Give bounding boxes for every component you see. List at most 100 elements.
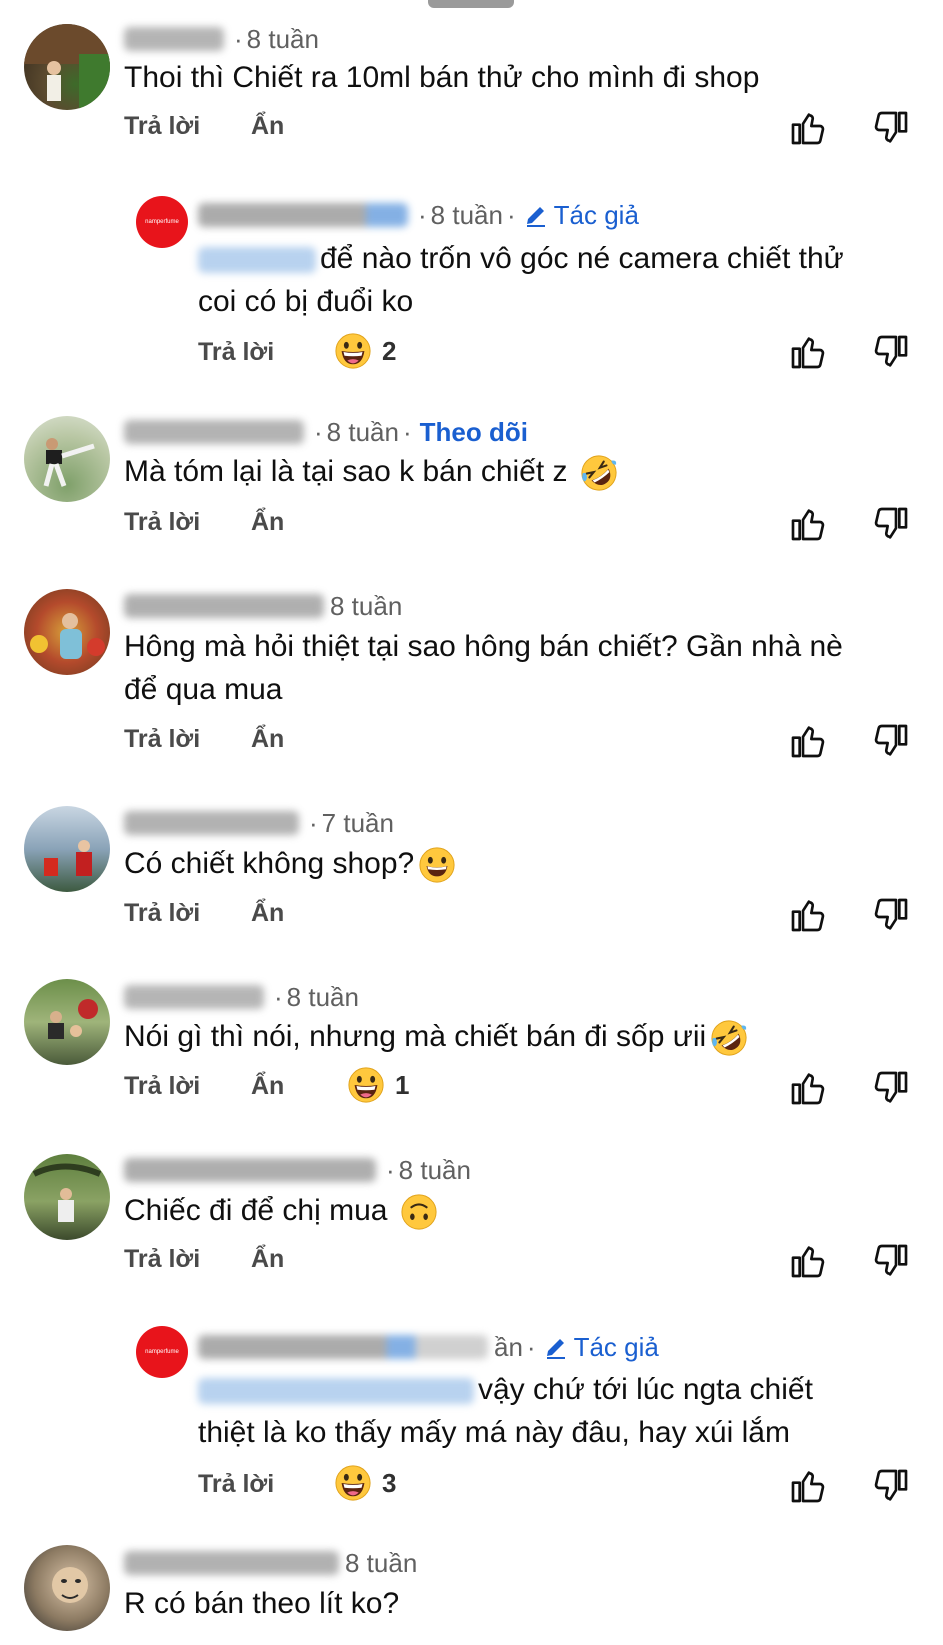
hide-button[interactable]: Ẩn — [251, 1072, 284, 1101]
timestamp: 8 tuần — [246, 23, 319, 54]
hide-button[interactable]: Ẩn — [251, 899, 284, 928]
comment-actions: Trả lời Ẩn — [124, 717, 284, 761]
timestamp: ần — [494, 1331, 523, 1362]
comment-text: Nói gì thì nói, nhưng mà chiết bán đi số… — [124, 1015, 748, 1058]
sheet-drag-handle[interactable] — [428, 0, 514, 8]
timestamp: 8 tuần — [326, 416, 399, 447]
timestamp: 8 tuần — [430, 199, 503, 230]
thumb-up-icon[interactable] — [788, 1068, 828, 1108]
reaction-summary[interactable]: 1 — [347, 1066, 409, 1104]
avatar[interactable] — [24, 589, 110, 675]
avatar[interactable] — [24, 1154, 110, 1240]
blurred-username — [124, 985, 264, 1009]
thumb-down-icon[interactable] — [871, 108, 911, 148]
reply-button[interactable]: Trả lời — [124, 1072, 200, 1101]
comment-actions: Trả lời — [198, 1462, 274, 1506]
avatar[interactable] — [24, 24, 110, 110]
thumb-down-icon[interactable] — [871, 721, 911, 761]
comment-actions: Trả lời Ẩn — [124, 1237, 284, 1281]
comment-text: Mà tóm lại là tại sao k bán chiết z — [124, 450, 618, 493]
comment-actions: Trả lời Ẩn — [124, 891, 284, 935]
rofl-emoji — [580, 454, 618, 492]
reply-button[interactable]: Trả lời — [124, 1245, 200, 1274]
comment-text: Hông mà hỏi thiệt tại sao hông bán chiết… — [124, 630, 843, 706]
comment-text: vậy chứ tới lúc ngta chiết thiệt là ko t… — [198, 1373, 813, 1449]
comment-meta: · 8 tuần — [124, 980, 359, 1014]
avatar-logo-text: namperfume — [145, 219, 179, 225]
comment-text: Chiếc đi để chị mua — [124, 1189, 438, 1232]
comment-meta: 8 tuần — [124, 1546, 417, 1580]
thumb-down-icon[interactable] — [871, 1241, 911, 1281]
thumb-up-icon[interactable] — [788, 1466, 828, 1506]
reply-button[interactable]: Trả lời — [124, 112, 200, 141]
thumb-up-icon[interactable] — [788, 108, 828, 148]
upside-down-emoji — [400, 1193, 438, 1231]
comment-actions: Trả lời Ẩn — [124, 500, 284, 544]
blurred-username — [124, 811, 299, 835]
grin-emoji — [334, 332, 372, 370]
thumb-up-icon[interactable] — [788, 1241, 828, 1281]
reply-button[interactable]: Trả lời — [124, 899, 200, 928]
avatar[interactable] — [24, 979, 110, 1065]
follow-button[interactable]: Theo dõi — [420, 417, 528, 448]
timestamp: 8 tuần — [398, 1154, 471, 1185]
thumb-up-icon[interactable] — [788, 721, 828, 761]
comment-meta: · 8 tuần — [124, 22, 319, 56]
thumb-down-icon[interactable] — [871, 1466, 911, 1506]
timestamp: 8 tuần — [330, 590, 403, 621]
grin-emoji — [347, 1066, 385, 1104]
avatar[interactable]: namperfume — [136, 196, 188, 248]
rofl-emoji — [710, 1019, 748, 1057]
comment-meta: ần · Tác giả — [198, 1330, 659, 1364]
comment-meta: · 8 tuần · Tác giả — [198, 198, 639, 232]
avatar[interactable] — [24, 1545, 110, 1631]
blurred-username — [198, 203, 408, 227]
comment-meta: · 8 tuần · Theo dõi — [124, 415, 528, 449]
comment-meta: · 7 tuần — [124, 806, 394, 840]
avatar[interactable] — [24, 806, 110, 892]
hide-button[interactable]: Ẩn — [251, 725, 284, 754]
reply-button[interactable]: Trả lời — [124, 725, 200, 754]
timestamp: 8 tuần — [286, 981, 359, 1012]
blurred-username — [198, 1335, 488, 1359]
pencil-icon — [524, 203, 548, 227]
thumb-down-icon[interactable] — [871, 332, 911, 372]
comment-text: Thoi thì Chiết ra 10ml bán thử cho mình … — [124, 61, 760, 94]
comment-meta: · 8 tuần — [124, 1153, 471, 1187]
blurred-username — [124, 27, 224, 51]
pencil-icon — [544, 1335, 568, 1359]
comment-actions: Trả lời — [198, 330, 274, 374]
thumb-up-icon[interactable] — [788, 504, 828, 544]
thumb-up-icon[interactable] — [788, 895, 828, 935]
avatar-logo-text: namperfume — [145, 1349, 179, 1355]
avatar[interactable]: namperfume — [136, 1326, 188, 1378]
thumb-down-icon[interactable] — [871, 1068, 911, 1108]
blurred-username — [124, 1551, 339, 1575]
hide-button[interactable]: Ẩn — [251, 112, 284, 141]
hide-button[interactable]: Ẩn — [251, 1245, 284, 1274]
blurred-username — [124, 594, 324, 618]
author-badge: Tác giả — [544, 1332, 659, 1363]
comment-meta: 8 tuần — [124, 589, 402, 623]
reply-button[interactable]: Trả lời — [124, 508, 200, 537]
comment-text: Có chiết không shop? — [124, 842, 456, 885]
reaction-summary[interactable]: 2 — [334, 332, 396, 370]
timestamp: 8 tuần — [345, 1547, 418, 1578]
blurred-username — [124, 420, 304, 444]
thumb-down-icon[interactable] — [871, 504, 911, 544]
comment-actions: Trả lời Ẩn — [124, 1064, 284, 1108]
thumb-down-icon[interactable] — [871, 895, 911, 935]
thumb-up-icon[interactable] — [788, 332, 828, 372]
blurred-mention — [198, 247, 316, 274]
reply-button[interactable]: Trả lời — [198, 1470, 274, 1499]
comment-text: R có bán theo lít ko? — [124, 1587, 400, 1620]
smile-emoji — [418, 846, 456, 884]
author-badge: Tác giả — [524, 200, 639, 231]
comment-actions: Trả lời Ẩn — [124, 104, 284, 148]
blurred-username — [124, 1158, 376, 1182]
reaction-summary[interactable]: 3 — [334, 1464, 396, 1502]
grin-emoji — [334, 1464, 372, 1502]
hide-button[interactable]: Ẩn — [251, 508, 284, 537]
avatar[interactable] — [24, 416, 110, 502]
reply-button[interactable]: Trả lời — [198, 338, 274, 367]
